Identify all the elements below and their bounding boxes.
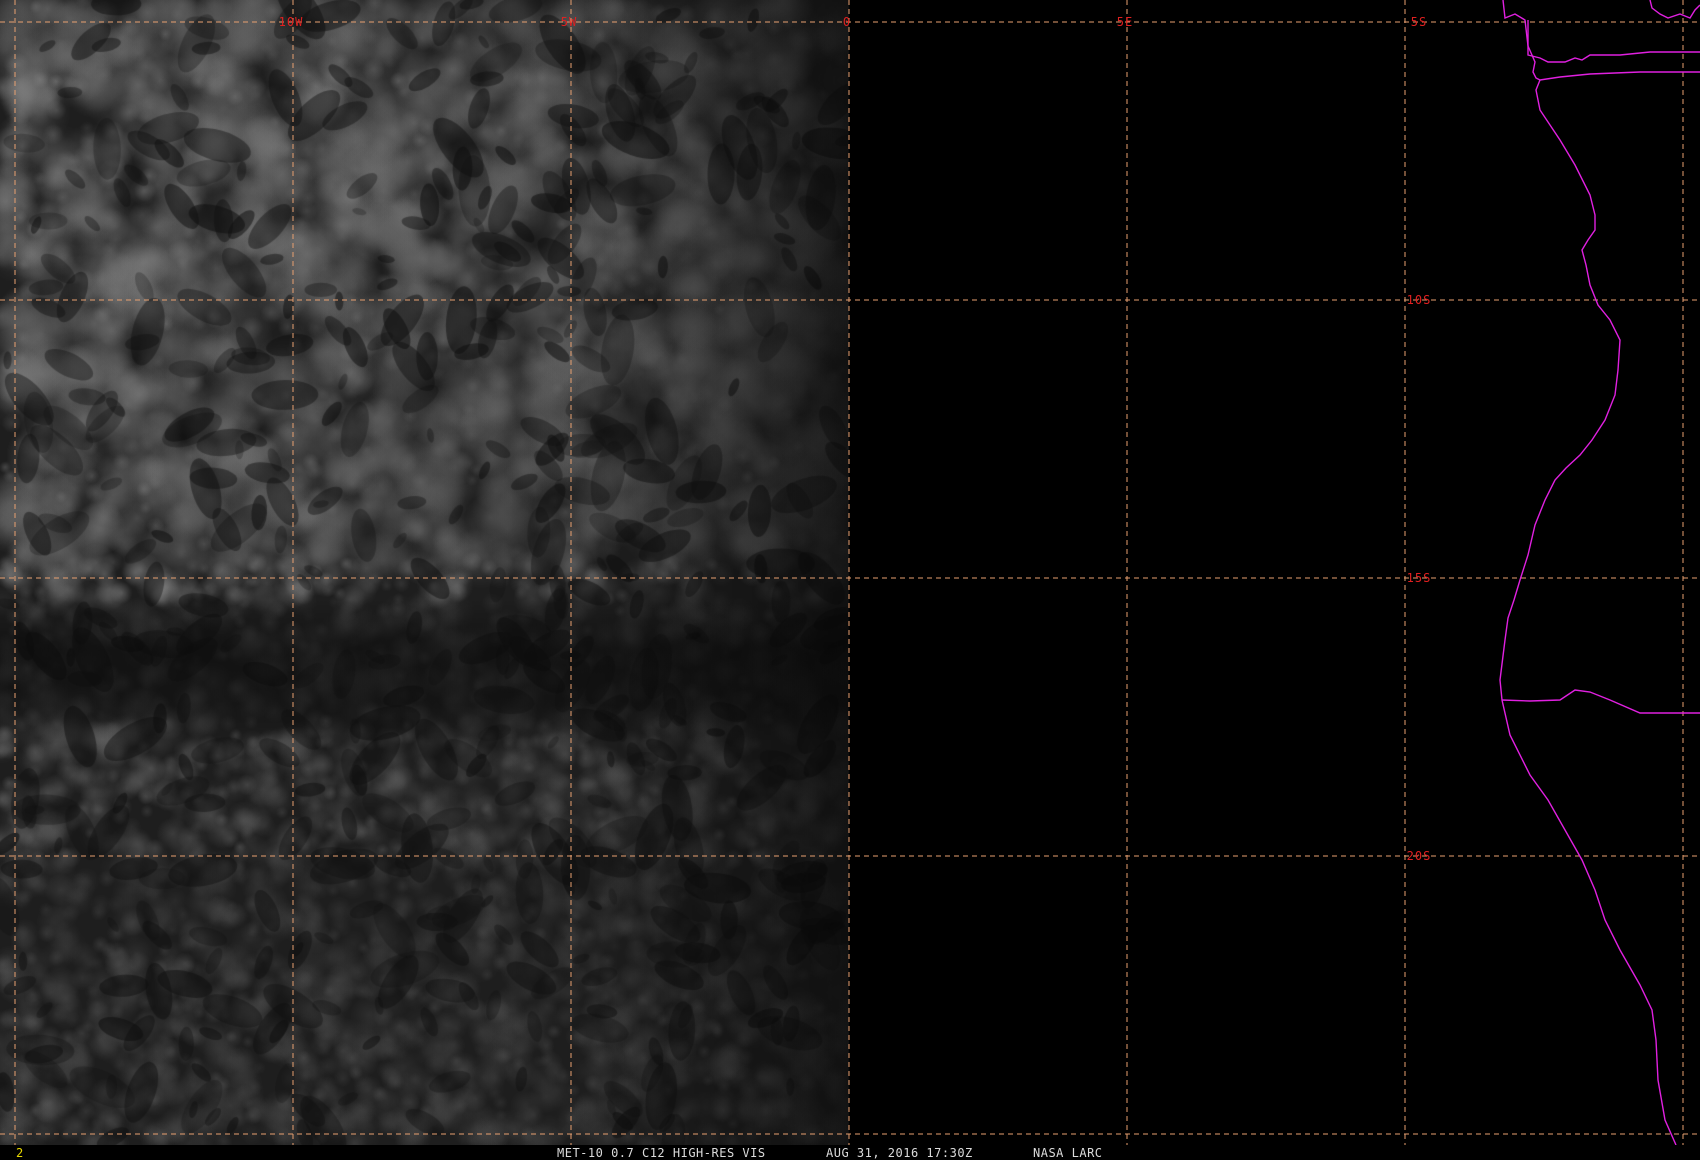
frame-number: 2 — [16, 1146, 24, 1160]
map-overlay: 10W 5W 0 5E 5S 10S 15S 20S — [0, 0, 1700, 1145]
status-bar: 2 MET-10 0.7 C12 HIGH-RES VIS AUG 31, 20… — [0, 1145, 1700, 1160]
latitude-label: 10S — [1407, 293, 1432, 307]
latitude-label: 20S — [1407, 849, 1432, 863]
coastline-path — [1499, 79, 1677, 1145]
latitude-label: 5S — [1411, 15, 1427, 29]
image-datetime: AUG 31, 2016 17:30Z — [826, 1146, 973, 1160]
longitude-label: 0 — [843, 15, 851, 29]
graticule — [0, 0, 1700, 1145]
graticule-labels: 10W 5W 0 5E 5S 10S 15S 20S — [279, 15, 1432, 863]
satellite-map: 10W 5W 0 5E 5S 10S 15S 20S 2 MET-10 0.7 C12 HIG… — [0, 0, 1700, 1160]
latitude-label: 15S — [1407, 571, 1432, 585]
coastline-path — [1502, 0, 1700, 81]
coastline-path — [1527, 20, 1700, 63]
coastline-path — [1501, 689, 1700, 714]
organization: NASA LARC — [1033, 1146, 1103, 1160]
longitude-label: 10W — [279, 15, 304, 29]
satellite-channel: MET-10 0.7 C12 HIGH-RES VIS — [557, 1146, 766, 1160]
longitude-label: 5E — [1117, 15, 1133, 29]
coastline-path — [1649, 0, 1700, 19]
coastline-borders — [1499, 0, 1700, 1145]
longitude-label: 5W — [561, 15, 577, 29]
